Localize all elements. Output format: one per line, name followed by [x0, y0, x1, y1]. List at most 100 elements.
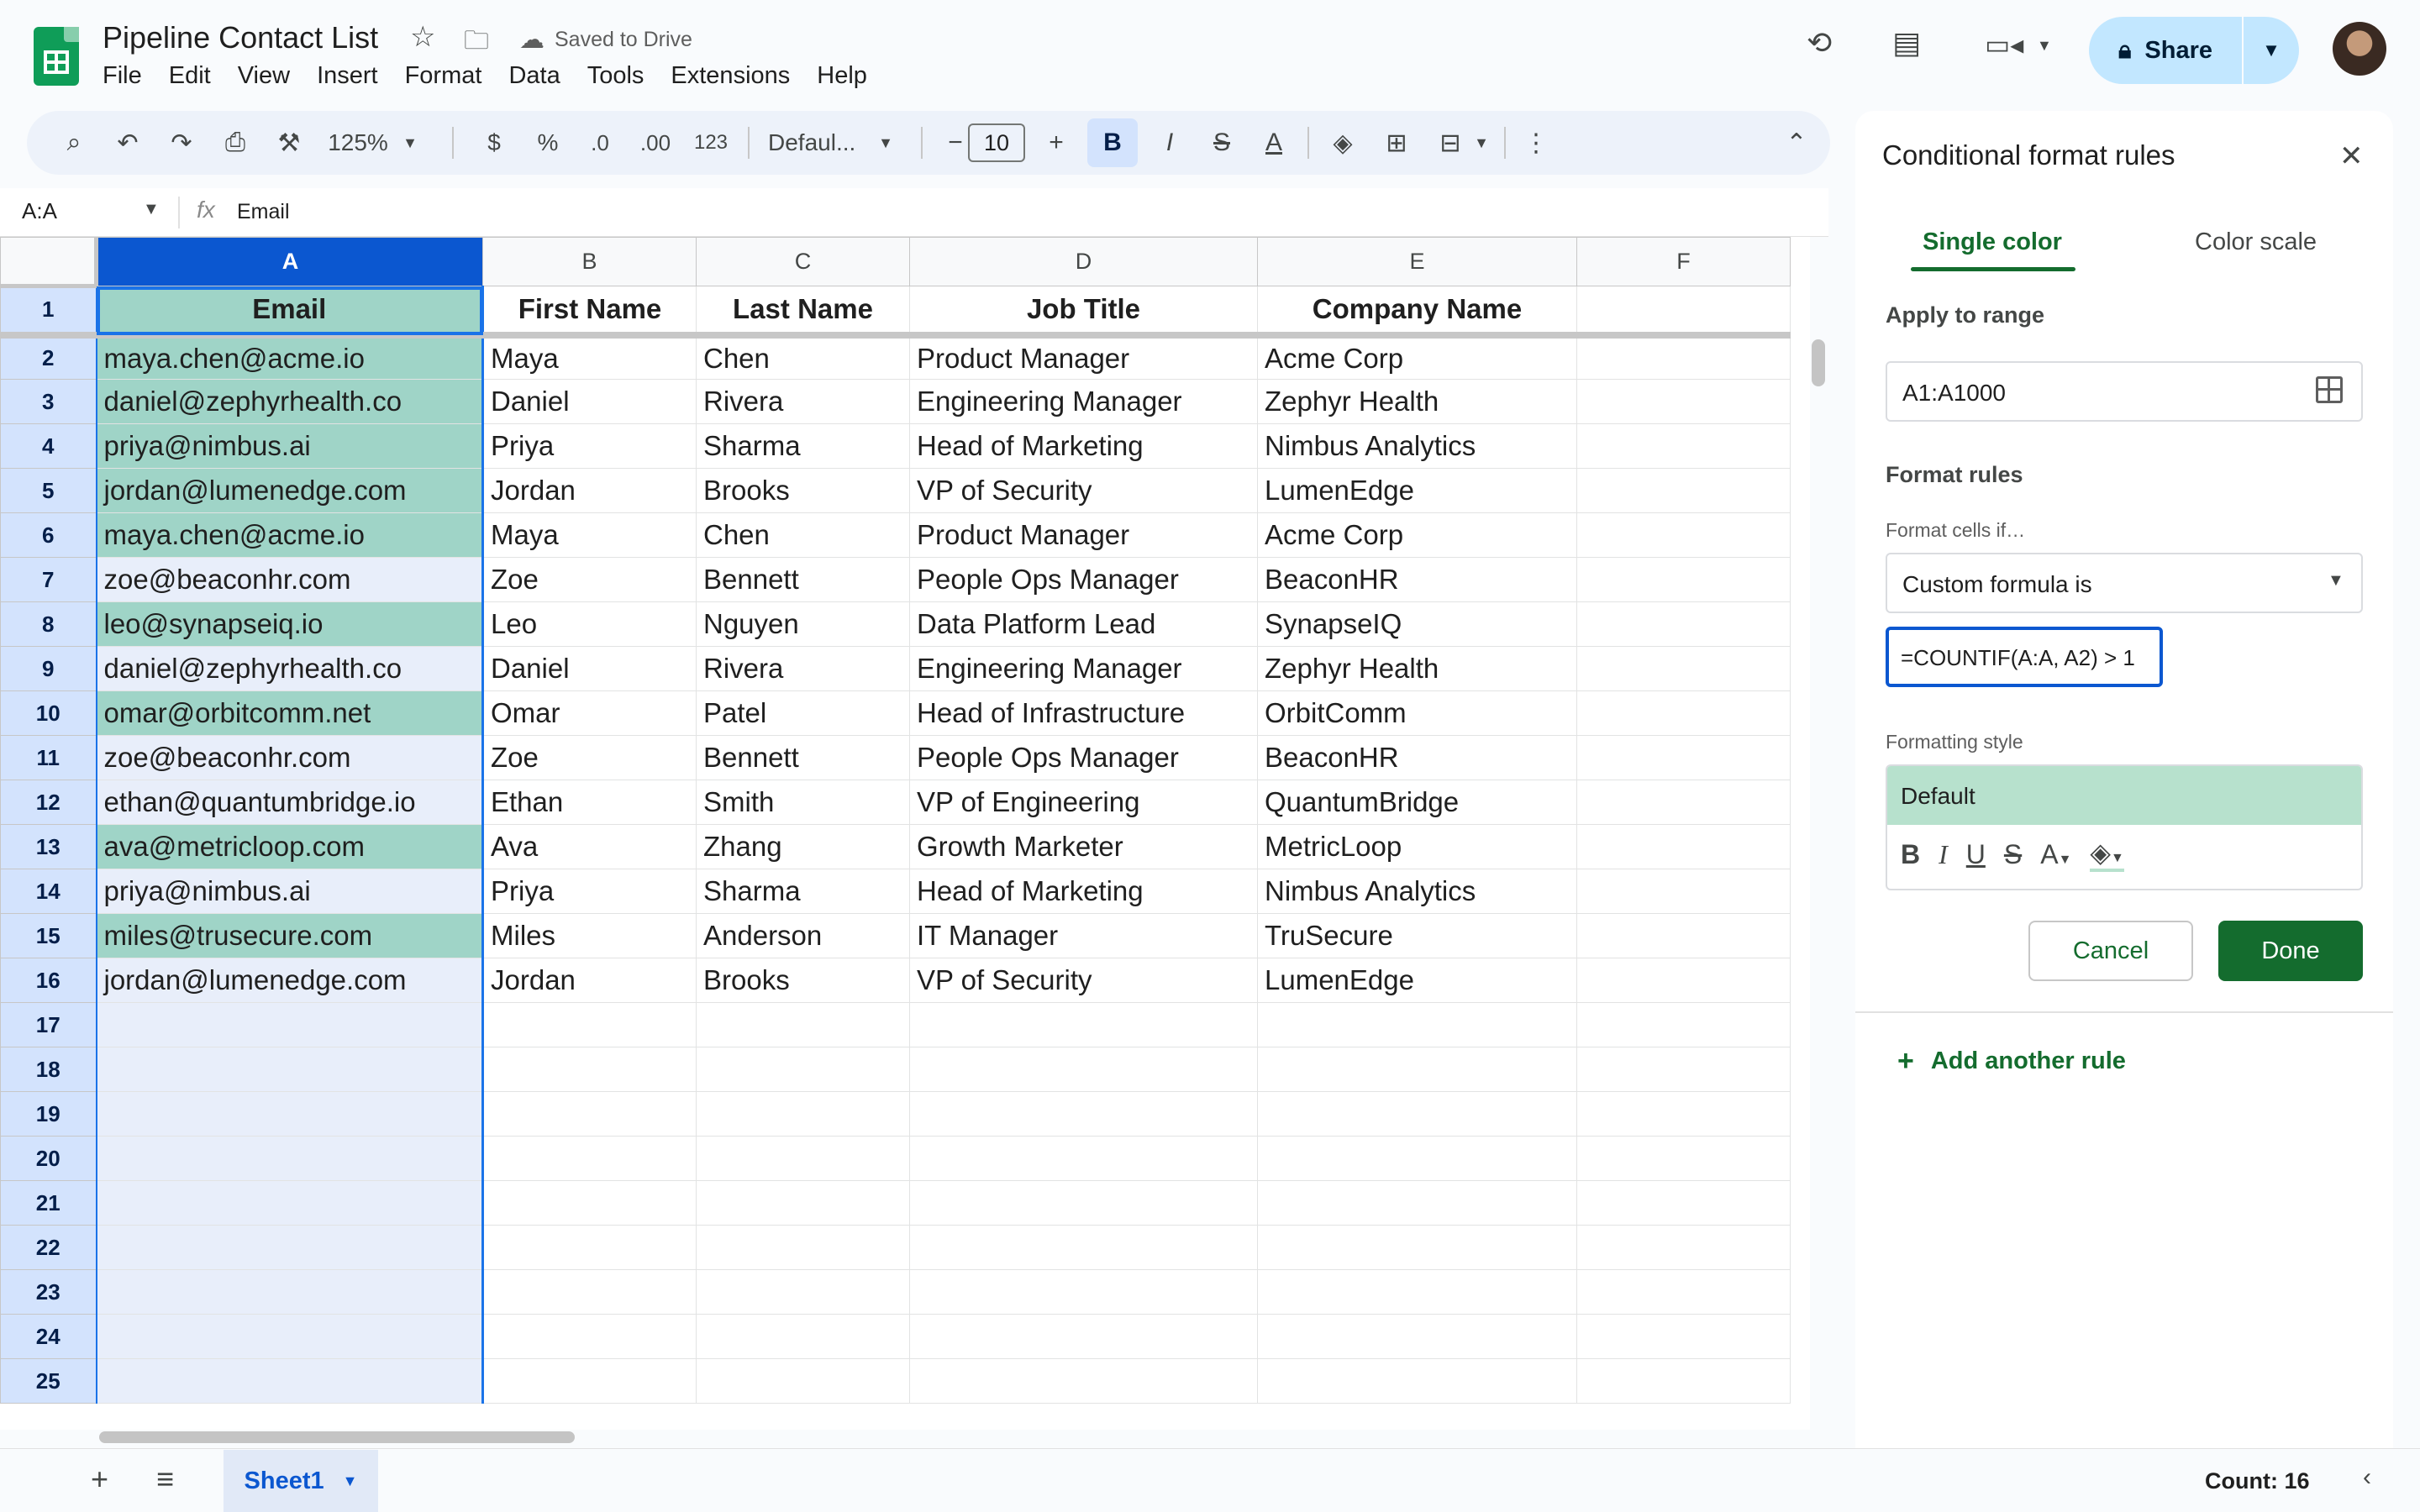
merge-dropdown-icon[interactable]: ▼ [1469, 111, 1494, 175]
column-header-e[interactable]: E [1257, 237, 1577, 286]
cell[interactable] [1576, 1269, 1791, 1315]
cell[interactable] [482, 1269, 697, 1315]
cell[interactable] [95, 1002, 484, 1047]
row-header[interactable]: 16 [0, 958, 97, 1003]
cell[interactable]: Brooks [696, 958, 910, 1003]
cell[interactable]: jordan@lumenedge.com [95, 958, 484, 1003]
cell[interactable] [696, 1047, 910, 1092]
cell[interactable]: Growth Marketer [909, 824, 1258, 869]
horizontal-scrollbar[interactable] [99, 1431, 575, 1443]
cell[interactable]: Leo [482, 601, 697, 647]
row-header[interactable]: 10 [0, 690, 97, 736]
sheet-tab-sheet1[interactable]: Sheet1 ▼ [224, 1450, 378, 1512]
cell[interactable] [909, 1047, 1258, 1092]
cell[interactable]: Head of Marketing [909, 869, 1258, 914]
cell[interactable]: zoe@beaconhr.com [95, 557, 484, 602]
cell[interactable]: Product Manager [909, 334, 1258, 380]
cell[interactable]: Head of Marketing [909, 423, 1258, 469]
cell[interactable] [95, 1047, 484, 1092]
cell[interactable]: Smith [696, 780, 910, 825]
tab-single-color[interactable]: Single color [1923, 228, 2062, 256]
cell[interactable] [482, 1091, 697, 1137]
currency-format-button[interactable]: $ [472, 111, 516, 175]
style-text-color-icon[interactable]: A▼ [2040, 839, 2071, 870]
cell[interactable] [909, 1269, 1258, 1315]
cell[interactable]: Zoe [482, 557, 697, 602]
cell[interactable] [1257, 1314, 1577, 1359]
cell[interactable] [909, 1091, 1258, 1137]
row-header[interactable]: 5 [0, 468, 97, 513]
strikethrough-button[interactable]: S [1200, 111, 1244, 175]
column-header-c[interactable]: C [696, 237, 910, 286]
cell[interactable]: Engineering Manager [909, 646, 1258, 691]
cell[interactable] [1576, 1314, 1791, 1359]
row-header[interactable]: 12 [0, 780, 97, 825]
move-folder-icon[interactable]: 🗀 [464, 22, 489, 65]
borders-icon[interactable]: ⊞ [1375, 111, 1418, 175]
cell[interactable] [909, 1002, 1258, 1047]
cell[interactable]: Omar [482, 690, 697, 736]
cell[interactable]: QuantumBridge [1257, 780, 1577, 825]
cell[interactable] [482, 1180, 697, 1226]
cell[interactable] [1257, 1269, 1577, 1315]
cell[interactable]: LumenEdge [1257, 468, 1577, 513]
close-icon[interactable]: ✕ [2339, 139, 2364, 173]
cell[interactable]: zoe@beaconhr.com [95, 735, 484, 780]
cancel-button[interactable]: Cancel [2028, 921, 2193, 981]
cell[interactable]: Company Name [1257, 286, 1577, 339]
font-dropdown-icon[interactable]: ▼ [871, 111, 901, 175]
cell[interactable]: maya.chen@acme.io [95, 512, 484, 558]
sheet-tab-dropdown-icon[interactable]: ▼ [343, 1473, 358, 1490]
cell[interactable]: VP of Engineering [909, 780, 1258, 825]
row-header[interactable]: 3 [0, 379, 97, 424]
cell[interactable]: Last Name [696, 286, 910, 339]
meet-dropdown-icon[interactable]: ▼ [2037, 37, 2052, 55]
menu-item-tools[interactable]: Tools [587, 62, 644, 90]
avatar[interactable] [2333, 22, 2386, 76]
tab-color-scale[interactable]: Color scale [2195, 228, 2317, 256]
cell[interactable]: Job Title [909, 286, 1258, 339]
cell[interactable]: Jordan [482, 468, 697, 513]
fill-color-icon[interactable]: ◈ [1321, 111, 1365, 175]
cell[interactable] [1576, 824, 1791, 869]
cell[interactable]: priya@nimbus.ai [95, 423, 484, 469]
menu-item-view[interactable]: View [238, 62, 290, 90]
redo-icon[interactable]: ↷ [160, 111, 203, 175]
all-sheets-icon[interactable]: ≡ [156, 1462, 174, 1497]
row-header[interactable]: 20 [0, 1136, 97, 1181]
cell[interactable]: omar@orbitcomm.net [95, 690, 484, 736]
cell[interactable]: Anderson [696, 913, 910, 958]
cell[interactable]: First Name [482, 286, 697, 339]
cell[interactable]: Rivera [696, 379, 910, 424]
increase-font-size-icon[interactable]: + [1035, 111, 1077, 175]
cell[interactable] [909, 1136, 1258, 1181]
cell[interactable]: LumenEdge [1257, 958, 1577, 1003]
cell[interactable]: Product Manager [909, 512, 1258, 558]
cell[interactable] [1576, 468, 1791, 513]
meet-icon[interactable]: ▭◂ [1985, 29, 2023, 60]
menu-item-insert[interactable]: Insert [317, 62, 378, 90]
bold-button[interactable]: B [1087, 118, 1138, 167]
decrease-decimal-button[interactable]: .0 [578, 111, 622, 175]
cell[interactable]: Nimbus Analytics [1257, 869, 1577, 914]
cell[interactable]: BeaconHR [1257, 557, 1577, 602]
cell[interactable] [696, 1136, 910, 1181]
formula-input[interactable]: Email [237, 200, 290, 224]
cell[interactable]: Ava [482, 824, 697, 869]
side-panel-toggle-icon[interactable]: ‹ [2363, 1463, 2371, 1492]
paint-format-icon[interactable]: ⚒ [267, 111, 311, 175]
done-button[interactable]: Done [2218, 921, 2363, 981]
row-header[interactable]: 1 [0, 286, 97, 339]
cell[interactable] [1576, 1136, 1791, 1181]
column-header-d[interactable]: D [909, 237, 1258, 286]
menu-item-help[interactable]: Help [817, 62, 867, 90]
column-header-a[interactable]: A [96, 237, 483, 286]
cell[interactable] [1576, 334, 1791, 380]
comments-icon[interactable]: ▤ [1892, 25, 1921, 60]
name-box-dropdown-icon[interactable]: ▼ [143, 200, 160, 219]
cell[interactable] [95, 1225, 484, 1270]
row-header[interactable]: 7 [0, 557, 97, 602]
cell[interactable]: Sharma [696, 423, 910, 469]
row-header[interactable]: 19 [0, 1091, 97, 1137]
row-header[interactable]: 6 [0, 512, 97, 558]
